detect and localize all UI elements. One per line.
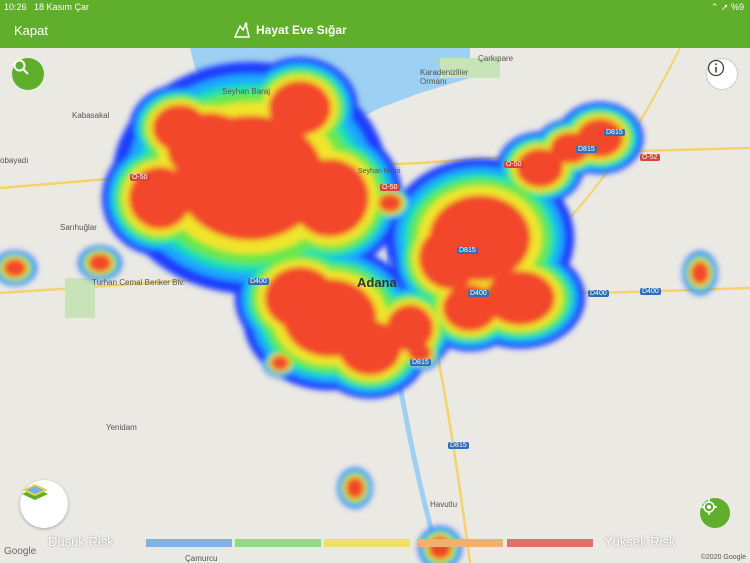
label-seyhan-nehri: Seyhan Nehri bbox=[358, 168, 401, 175]
app-logo-icon bbox=[233, 21, 250, 38]
label-turhan: Turhan Cemal Beriker Blv. bbox=[92, 278, 185, 287]
road-shield: D400 bbox=[468, 290, 489, 297]
label-lake: Seyhan Baraj bbox=[222, 87, 271, 96]
label-obayadi: obayadı bbox=[0, 156, 29, 165]
road-shield: D815 bbox=[448, 442, 469, 449]
label-sarihuglar: Sarıhuğlar bbox=[60, 223, 97, 232]
legend-low-label: Düşük Risk bbox=[48, 534, 114, 549]
road-shield: D400 bbox=[248, 278, 269, 285]
label-carkipare: Çarkıpare bbox=[478, 54, 514, 63]
copyright-text: ©2020 Google bbox=[700, 554, 746, 561]
legend-swatch bbox=[235, 539, 321, 547]
road-shield: D815 bbox=[604, 129, 625, 136]
heat-blob bbox=[88, 253, 112, 273]
legend-swatch bbox=[417, 539, 503, 547]
legend-high-label: Yüksek Risk bbox=[604, 534, 676, 549]
road-shield: O-50 bbox=[380, 184, 400, 191]
road-shield: O-50 bbox=[504, 161, 524, 168]
risk-legend: Düşük Risk Yüksek Risk bbox=[30, 534, 722, 549]
legend-swatch bbox=[507, 539, 593, 547]
locate-icon bbox=[701, 499, 717, 515]
status-date: 18 Kasım Çar bbox=[34, 2, 90, 12]
heat-blob bbox=[345, 477, 365, 499]
status-bar: 10:26 18 Kasım Çar ⌃ ➚ %9 bbox=[0, 0, 750, 14]
label-havutlu: Havutlu bbox=[430, 500, 458, 509]
google-logo: Google bbox=[4, 546, 37, 557]
heat-blob bbox=[264, 266, 336, 330]
road-shield: O-52 bbox=[640, 154, 660, 161]
info-icon bbox=[707, 59, 725, 77]
legend-swatch bbox=[324, 539, 410, 547]
app-title-text: Hayat Eve Sığar bbox=[256, 23, 347, 37]
nav-bar: Kapat Hayat Eve Sığar bbox=[0, 14, 750, 48]
search-button[interactable] bbox=[12, 58, 44, 90]
heat-blob bbox=[378, 193, 402, 213]
heat-blob bbox=[3, 258, 27, 278]
road-shield: D815 bbox=[410, 359, 431, 366]
my-location-button[interactable] bbox=[700, 498, 730, 528]
road-shield: D815 bbox=[576, 146, 597, 153]
city-label: Adana bbox=[357, 275, 397, 290]
legend-swatch bbox=[146, 539, 232, 547]
road-shield: O-50 bbox=[130, 174, 150, 181]
close-button[interactable]: Kapat bbox=[14, 23, 48, 38]
park-area bbox=[65, 278, 95, 318]
heat-blob bbox=[268, 80, 332, 136]
road-shield: D400 bbox=[588, 290, 609, 297]
label-camurcu: Çamurcu bbox=[185, 554, 218, 563]
map-view[interactable]: Seyhan Baraj Kabasakal obayadı Sarıhuğla… bbox=[0, 48, 750, 563]
road-shield: D815 bbox=[457, 247, 478, 254]
map-canvas bbox=[0, 48, 750, 563]
label-karadeniz: Karadenizliler Ormanı bbox=[420, 68, 469, 86]
heat-blob bbox=[690, 261, 710, 285]
status-time: 10:26 bbox=[4, 2, 27, 12]
heat-blob bbox=[386, 304, 434, 352]
heat-blob bbox=[270, 355, 290, 371]
info-button[interactable] bbox=[706, 58, 738, 90]
status-indicators: ⌃ ➚ %9 bbox=[710, 2, 744, 12]
heat-blob bbox=[418, 226, 482, 290]
app-title: Hayat Eve Sığar bbox=[232, 20, 347, 40]
label-yenidam: Yenidam bbox=[106, 423, 137, 432]
heat-blob bbox=[152, 104, 208, 152]
heat-blob bbox=[484, 270, 556, 326]
map-layers-icon bbox=[22, 484, 48, 500]
label-kabasakal: Kabasakal bbox=[72, 111, 110, 120]
map-layers-button[interactable] bbox=[20, 480, 68, 528]
search-icon bbox=[13, 59, 29, 75]
road-shield: D400 bbox=[640, 288, 661, 295]
